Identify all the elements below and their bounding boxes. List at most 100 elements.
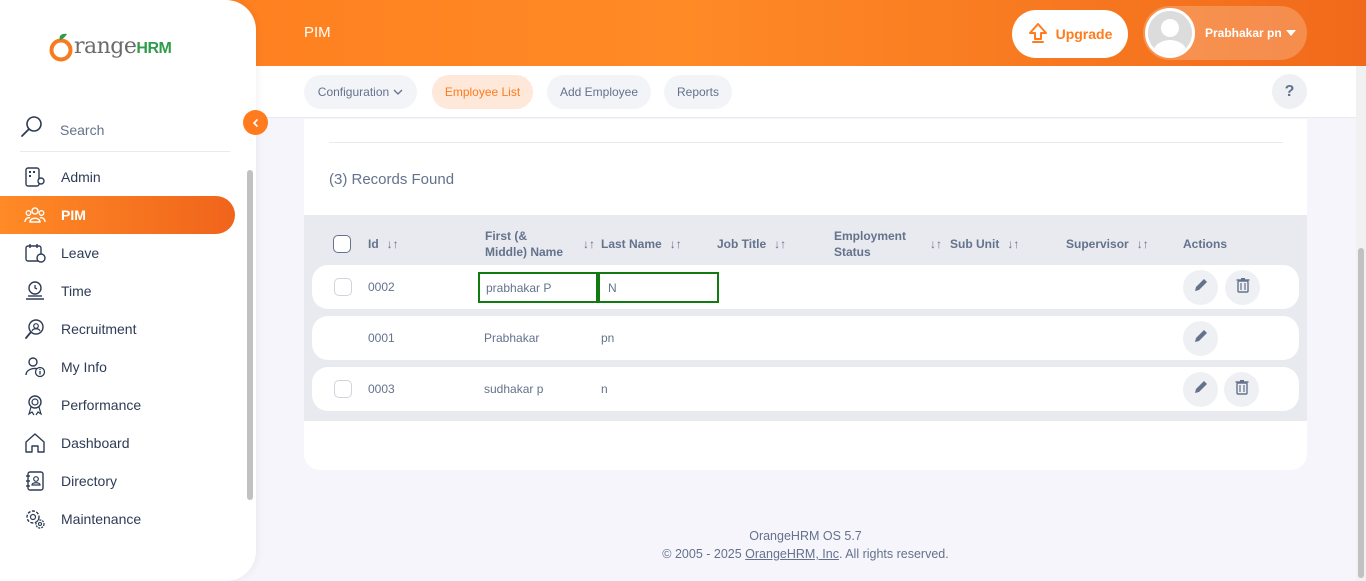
table-row[interactable]: 0003 sudhakar p n [312,367,1299,411]
company-link[interactable]: OrangeHRM, Inc [745,547,839,561]
directory-icon [24,470,46,492]
sort-icon[interactable]: ↓↑ [387,236,399,252]
cell-id: 0002 [368,280,395,294]
pencil-icon [1193,328,1209,349]
table-row[interactable]: 0002 prabhakar P N [312,265,1299,309]
module-title: PIM [304,24,331,41]
employee-list-card: (3) Records Found Id ↓↑ First (& Middle) N… [304,119,1307,470]
tab-configuration-label: Configuration [317,85,390,99]
sidebar-menu: Admin PIM Leave Time Recruitment My Info… [0,158,244,538]
edit-button[interactable] [1183,270,1218,305]
sidebar-item-admin[interactable]: Admin [0,158,244,196]
sidebar-item-performance[interactable]: Performance [0,386,244,424]
footer-version: OrangeHRM OS 5.7 [749,529,862,543]
cell-last-name: pn [601,331,615,345]
col-first-name-label-line1: First (& [485,229,527,243]
chevron-down-icon [1285,30,1296,36]
sort-icon[interactable]: ↓↑ [670,236,682,252]
user-name: Prabhakar pn [1205,26,1282,40]
trash-icon [1235,277,1251,298]
sidebar-item-my-info[interactable]: My Info [0,348,244,386]
upgrade-button[interactable]: Upgrade [1012,10,1128,58]
sidebar-item-time[interactable]: Time [0,272,244,310]
page-scrollbar[interactable] [1356,66,1366,581]
avatar [1145,8,1195,58]
sort-icon[interactable]: ↓↑ [1007,236,1019,252]
leave-icon [24,242,46,264]
footer-copyright-suffix: . All rights reserved. [838,547,949,561]
help-button[interactable]: ? [1272,74,1307,109]
col-supervisor-label: Supervisor [1066,237,1129,251]
checkbox[interactable] [334,380,352,398]
tab-add-employee[interactable]: Add Employee [547,75,651,109]
sidebar-item-label: Dashboard [61,435,130,451]
sidebar-item-label: Leave [61,245,100,261]
sidebar-scrollbar[interactable] [244,160,256,552]
sidebar-item-maintenance[interactable]: Maintenance [0,500,244,538]
tab-employee-list[interactable]: Employee List [432,75,533,109]
my-info-icon [24,356,46,378]
sort-icon[interactable]: ↓↑ [774,236,786,252]
brand-text-part2: HRM [136,39,172,57]
upgrade-label: Upgrade [1055,26,1113,42]
sort-icon[interactable]: ↓↑ [1137,236,1149,252]
footer-copyright: © 2005 - 2025 OrangeHRM, Inc. All rights… [304,545,1307,563]
brand-text-part1: range [74,33,137,59]
pim-icon [24,204,46,226]
col-employment-status-label-line1: Employment [834,229,907,243]
sidebar-item-label: PIM [61,207,86,223]
recruitment-icon [24,318,46,340]
chevron-left-icon [251,115,261,131]
delete-button[interactable] [1225,270,1260,305]
checkbox[interactable] [334,278,352,296]
sidebar-scrollbar-thumb[interactable] [247,170,253,500]
sidebar-item-directory[interactable]: Directory [0,462,244,500]
trash-icon [1234,379,1250,400]
edit-button[interactable] [1183,372,1218,407]
user-dropdown[interactable]: Prabhakar pn [1143,6,1307,60]
sort-icon[interactable]: ↓↑ [930,236,942,252]
sidebar-item-label: Recruitment [61,321,137,337]
employee-table: Id ↓↑ First (& Middle) Name ↓↑ Last Name ↓↑… [304,215,1307,421]
cell-id: 0001 [368,331,395,345]
row-checkbox[interactable] [334,367,352,411]
col-last-name: Last Name ↓↑ [601,236,682,252]
performance-icon [24,394,46,416]
tab-reports-label: Reports [676,85,720,99]
sidebar-search[interactable]: Search [20,108,230,152]
sub-navigation: Configuration Employee List Add Employee… [256,66,1356,118]
tab-reports[interactable]: Reports [664,75,732,109]
sort-icon[interactable]: ↓↑ [583,236,595,252]
page-scrollbar-thumb[interactable] [1358,248,1364,578]
delete-button[interactable] [1224,372,1259,407]
col-employment-status-label-line2: Status [834,245,871,259]
sidebar-item-label: Admin [61,169,101,185]
records-found-label: (3) Records Found [329,171,455,188]
col-job-title: Job Title ↓↑ [717,236,786,252]
sidebar-item-label: My Info [61,359,107,375]
col-id: Id ↓↑ [368,236,399,252]
checkbox[interactable] [333,235,351,253]
cell-first-name: sudhakar p [484,382,544,396]
tab-configuration[interactable]: Configuration [304,75,417,109]
row-checkbox[interactable] [334,265,352,309]
chevron-down-icon [393,85,403,99]
edit-button[interactable] [1183,321,1218,356]
sidebar-item-pim[interactable]: PIM [0,196,235,234]
cell-first-name: prabhakar P [478,272,598,303]
col-first-name: First (& Middle) Name ↓↑ [485,228,595,260]
orange-logo-icon [48,32,74,62]
col-job-title-label: Job Title [717,237,767,251]
sidebar-item-dashboard[interactable]: Dashboard [0,424,244,462]
col-last-name-label: Last Name [601,237,662,251]
table-row[interactable]: 0001 Prabhakar pn [312,316,1299,360]
sidebar-item-label: Directory [61,473,118,489]
sidebar-collapse-button[interactable] [243,110,268,135]
sidebar-item-leave[interactable]: Leave [0,234,244,272]
sidebar-item-label: Maintenance [61,511,142,527]
select-all-checkbox[interactable] [333,235,351,253]
col-employment-status: Employment Status ↓↑ [834,228,942,260]
sidebar-item-recruitment[interactable]: Recruitment [0,310,244,348]
cell-first-name: Prabhakar [484,331,540,345]
col-first-name-label-line2: Middle) Name [485,245,564,259]
